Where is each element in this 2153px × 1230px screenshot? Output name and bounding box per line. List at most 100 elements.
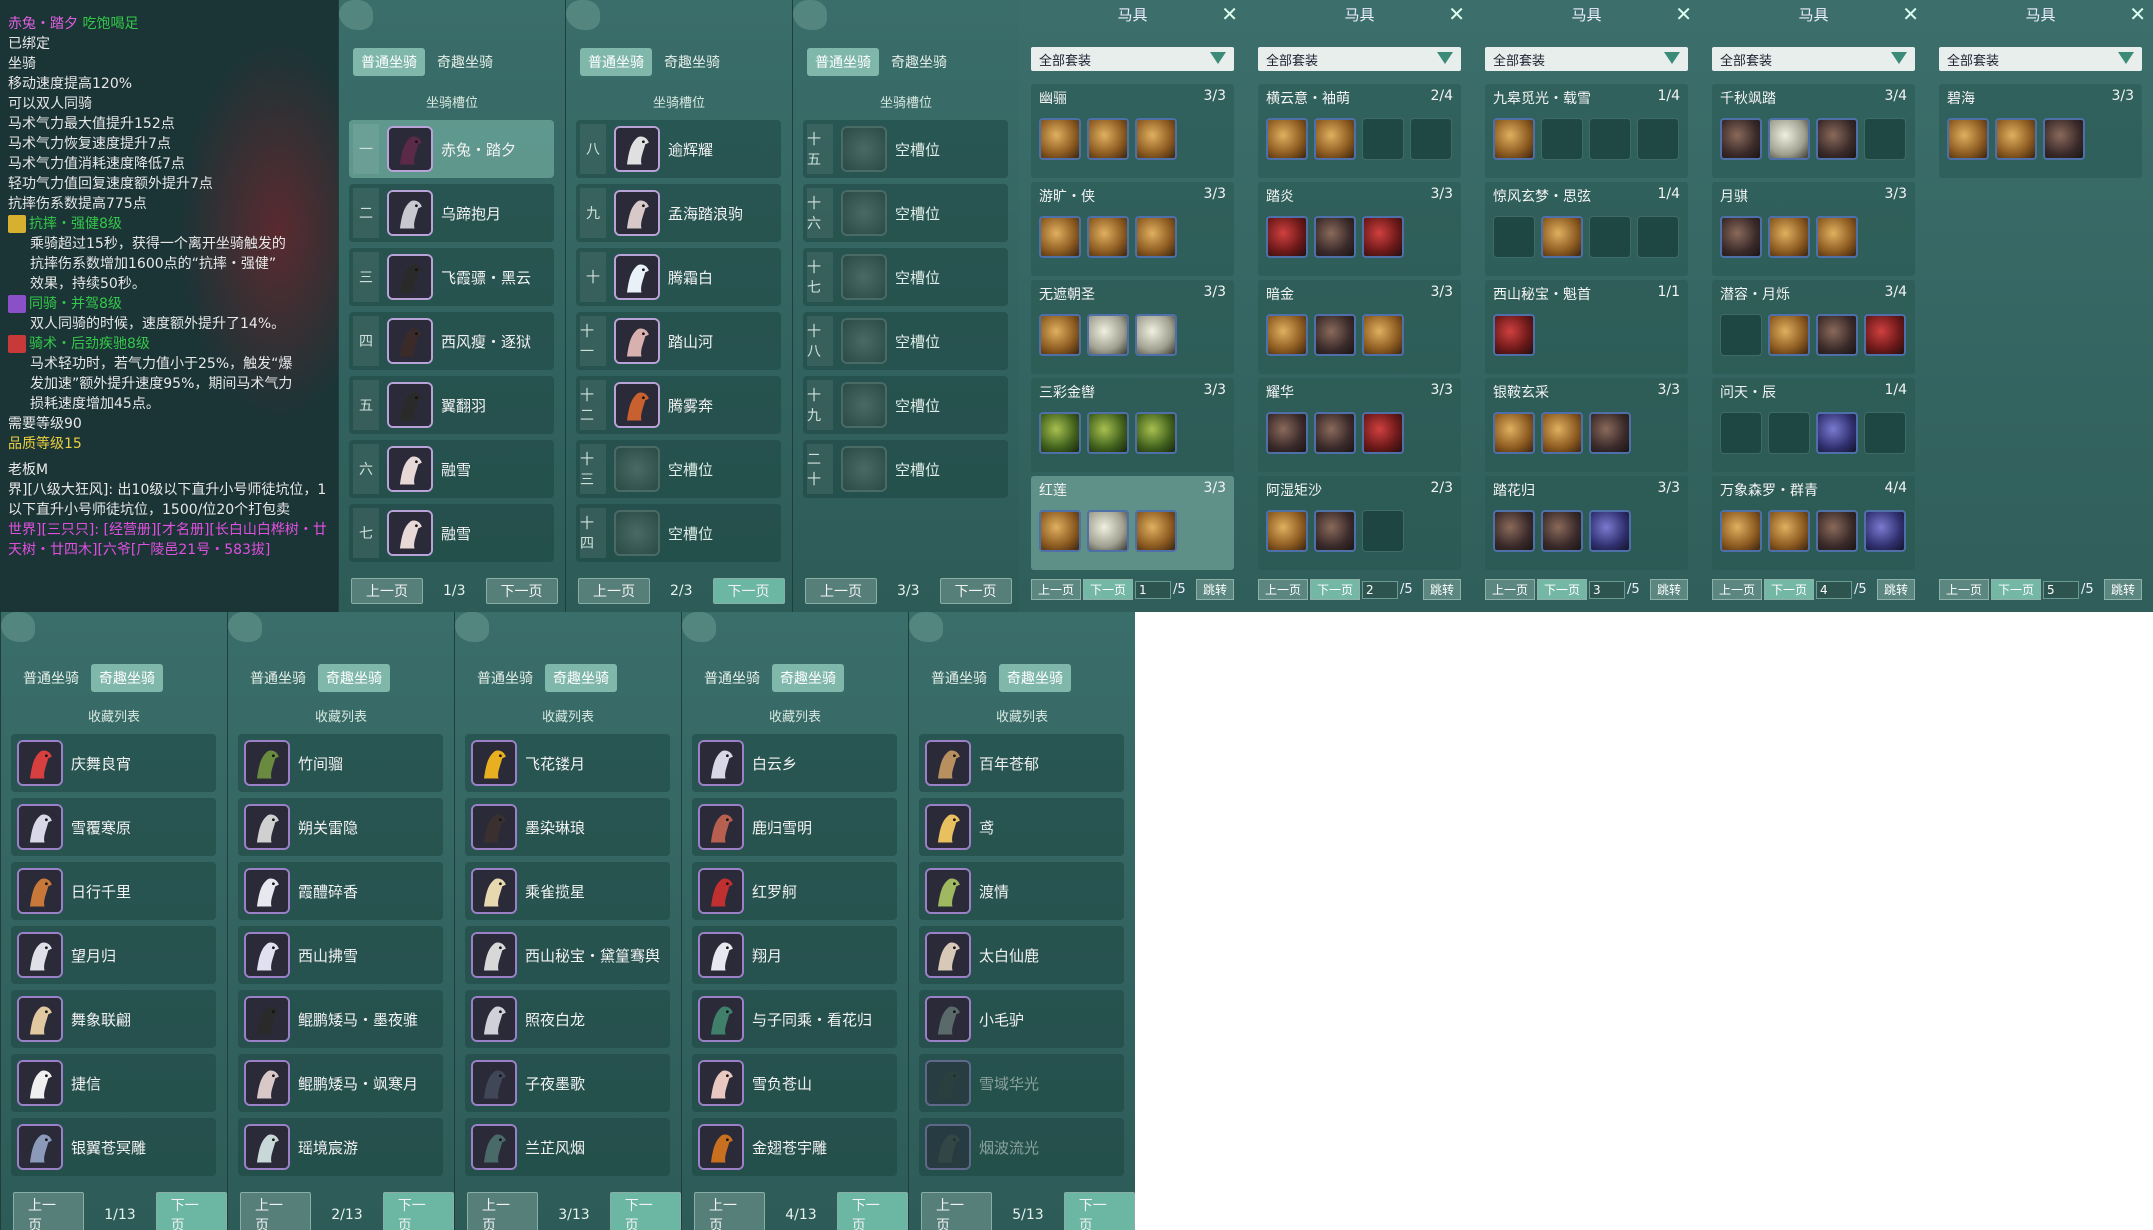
gear-item-icon[interactable]	[1314, 412, 1356, 454]
gear-item-icon[interactable]	[1589, 510, 1631, 552]
gear-item-icon[interactable]	[1720, 216, 1762, 258]
gear-item-icon[interactable]	[1362, 216, 1404, 258]
collection-item[interactable]: 竹间骝	[238, 734, 443, 792]
gear-item-icon[interactable]	[1039, 412, 1081, 454]
collection-item[interactable]: 烟波流光	[919, 1118, 1124, 1176]
gear-item-icon[interactable]	[1816, 510, 1858, 552]
collection-item[interactable]: 鲲鹏矮马・墨夜骓	[238, 990, 443, 1048]
gear-item-icon[interactable]	[1589, 412, 1631, 454]
gear-item-icon[interactable]	[1720, 510, 1762, 552]
gear-item-icon[interactable]	[1768, 216, 1810, 258]
gear-item-icon[interactable]	[1087, 412, 1129, 454]
gear-item-icon[interactable]	[1266, 412, 1308, 454]
prev-page-button[interactable]: 上一页	[240, 1192, 312, 1230]
prev-page-button[interactable]: 上一页	[921, 1192, 993, 1230]
mount-slot[interactable]: 九 孟海踏浪驹	[576, 184, 781, 242]
collection-item[interactable]: 银翼苍冥雕	[11, 1118, 216, 1176]
gear-set[interactable]: 惊风玄梦・思弦 1/4	[1485, 182, 1688, 276]
collection-item[interactable]: 霞醴碎香	[238, 862, 443, 920]
gear-item-icon[interactable]	[1314, 216, 1356, 258]
gear-item-icon[interactable]	[1362, 412, 1404, 454]
gear-item-icon[interactable]	[1493, 314, 1535, 356]
tab-normal-mount[interactable]: 普通坐骑	[353, 48, 425, 76]
collection-item[interactable]: 兰芷风烟	[465, 1118, 670, 1176]
gear-set[interactable]: 踏炎 3/3	[1258, 182, 1461, 276]
mount-slot[interactable]: 十一 踏山河	[576, 312, 781, 370]
gear-item-icon[interactable]	[1314, 510, 1356, 552]
mount-slot[interactable]: 一 赤兔・踏夕	[349, 120, 554, 178]
gear-item-icon[interactable]	[1087, 314, 1129, 356]
collection-item[interactable]: 雪域华光	[919, 1054, 1124, 1112]
mount-slot[interactable]: 十七 空槽位	[803, 248, 1008, 306]
tab-normal-mount[interactable]: 普通坐骑	[923, 664, 995, 692]
gear-item-icon[interactable]	[1039, 118, 1081, 160]
gear-item-icon[interactable]	[1816, 118, 1858, 160]
gear-set[interactable]: 西山秘宝・魁首 1/1	[1485, 280, 1688, 374]
mount-slot[interactable]: 十二 腾雾奔	[576, 376, 781, 434]
gear-item-icon[interactable]	[1135, 118, 1177, 160]
set-filter-dropdown[interactable]: 全部套装	[1258, 47, 1461, 71]
collection-item[interactable]: 雪负苍山	[692, 1054, 897, 1112]
prev-page-button[interactable]: 上一页	[1485, 579, 1536, 600]
next-page-button[interactable]: 下一页	[1537, 579, 1588, 600]
gear-set[interactable]: 潜容・月烁 3/4	[1712, 280, 1915, 374]
page-input[interactable]: 4	[1816, 580, 1853, 599]
collection-item[interactable]: 西山拂雪	[238, 926, 443, 984]
mount-slot[interactable]: 十五 空槽位	[803, 120, 1008, 178]
mount-slot[interactable]: 五 翼翻羽	[349, 376, 554, 434]
set-filter-dropdown[interactable]: 全部套装	[1485, 47, 1688, 71]
mount-slot[interactable]: 三 飞霞骠・黑云	[349, 248, 554, 306]
gear-item-icon[interactable]	[1768, 118, 1810, 160]
close-icon[interactable]: ✕	[1675, 2, 1692, 26]
next-page-button[interactable]: 下一页	[1310, 579, 1361, 600]
collection-item[interactable]: 雪覆寒原	[11, 798, 216, 856]
gear-set[interactable]: 银鞍玄采 3/3	[1485, 378, 1688, 472]
gear-set[interactable]: 耀华 3/3	[1258, 378, 1461, 472]
close-icon[interactable]: ✕	[1221, 2, 1238, 26]
prev-page-button[interactable]: 上一页	[1258, 579, 1309, 600]
next-page-button[interactable]: 下一页	[155, 1192, 227, 1230]
tab-rare-mount[interactable]: 奇趣坐骑	[429, 48, 501, 76]
collection-item[interactable]: 小毛驴	[919, 990, 1124, 1048]
collection-item[interactable]: 照夜白龙	[465, 990, 670, 1048]
gear-item-icon[interactable]	[1995, 118, 2037, 160]
gear-item-icon[interactable]	[1541, 216, 1583, 258]
gear-set[interactable]: 游旷・侠 3/3	[1031, 182, 1234, 276]
next-page-button[interactable]: 下一页	[1063, 1192, 1135, 1230]
mount-slot[interactable]: 十四 空槽位	[576, 504, 781, 562]
collection-item[interactable]: 墨染琳琅	[465, 798, 670, 856]
collection-item[interactable]: 与子同乘・看花归	[692, 990, 897, 1048]
close-icon[interactable]: ✕	[1902, 2, 1919, 26]
gear-item-icon[interactable]	[1135, 510, 1177, 552]
next-page-button[interactable]: 下一页	[485, 578, 558, 604]
next-page-button[interactable]: 下一页	[939, 578, 1012, 604]
collection-item[interactable]: 鹿归雪明	[692, 798, 897, 856]
prev-page-button[interactable]: 上一页	[1939, 579, 1990, 600]
tab-normal-mount[interactable]: 普通坐骑	[580, 48, 652, 76]
gear-item-icon[interactable]	[1314, 118, 1356, 160]
collection-item[interactable]: 鸢	[919, 798, 1124, 856]
mount-slot[interactable]: 七 融雪	[349, 504, 554, 562]
gear-item-icon[interactable]	[1541, 412, 1583, 454]
tab-normal-mount[interactable]: 普通坐骑	[469, 664, 541, 692]
set-filter-dropdown[interactable]: 全部套装	[1712, 47, 1915, 71]
gear-item-icon[interactable]	[1039, 216, 1081, 258]
next-page-button[interactable]: 下一页	[1991, 579, 2042, 600]
close-icon[interactable]: ✕	[1448, 2, 1465, 26]
gear-item-icon[interactable]	[1541, 510, 1583, 552]
jump-button[interactable]: 跳转	[1195, 579, 1234, 600]
mount-slot[interactable]: 二十 空槽位	[803, 440, 1008, 498]
prev-page-button[interactable]: 上一页	[805, 578, 877, 604]
collection-item[interactable]: 乘雀揽星	[465, 862, 670, 920]
collection-item[interactable]: 日行千里	[11, 862, 216, 920]
page-input[interactable]: 1	[1135, 580, 1172, 599]
gear-item-icon[interactable]	[1362, 314, 1404, 356]
gear-item-icon[interactable]	[1087, 216, 1129, 258]
gear-item-icon[interactable]	[1864, 314, 1906, 356]
collection-item[interactable]: 望月归	[11, 926, 216, 984]
mount-slot[interactable]: 八 逾辉耀	[576, 120, 781, 178]
gear-item-icon[interactable]	[1087, 510, 1129, 552]
mount-slot[interactable]: 二 乌蹄抱月	[349, 184, 554, 242]
mount-slot[interactable]: 十八 空槽位	[803, 312, 1008, 370]
gear-set[interactable]: 问天・辰 1/4	[1712, 378, 1915, 472]
